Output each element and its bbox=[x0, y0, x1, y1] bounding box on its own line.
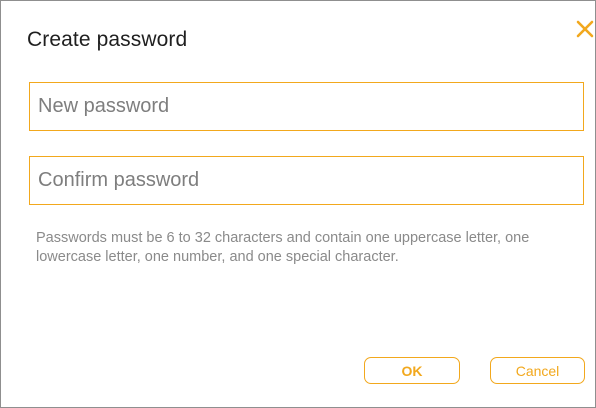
new-password-input[interactable] bbox=[30, 83, 583, 130]
ok-button[interactable]: OK bbox=[364, 357, 460, 384]
cancel-button[interactable]: Cancel bbox=[490, 357, 585, 384]
close-icon bbox=[576, 20, 594, 38]
create-password-dialog: Create password Passwords must be 6 to 3… bbox=[0, 0, 596, 408]
dialog-title: Create password bbox=[27, 28, 188, 51]
new-password-field-frame bbox=[29, 82, 584, 131]
close-button[interactable] bbox=[575, 17, 595, 41]
password-requirements-hint: Passwords must be 6 to 32 characters and… bbox=[36, 230, 530, 265]
confirm-password-input[interactable] bbox=[30, 157, 583, 204]
confirm-password-field-frame bbox=[29, 156, 584, 205]
